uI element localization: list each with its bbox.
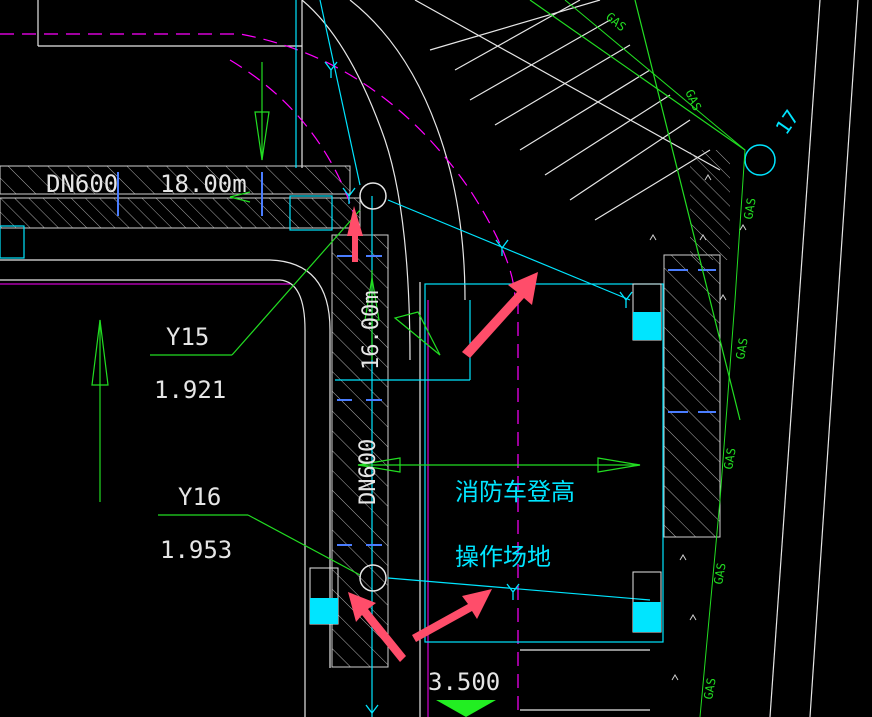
highlight-arrow-pipe-bottom	[412, 589, 492, 642]
highlight-arrow-pipe-top	[462, 272, 538, 358]
manhole-y16-id: Y16	[178, 483, 221, 511]
gas-label: GAS	[733, 337, 751, 361]
gas-label: GAS	[741, 197, 759, 221]
site-label-line2: 操作场地	[455, 543, 551, 571]
pipe-vertical-diameter: DN600	[356, 439, 381, 505]
elevation-marker-triangle	[436, 700, 496, 717]
pipe-band-horizontal-lower	[0, 197, 361, 229]
road-boundaries	[0, 0, 859, 717]
node-number-label: 17	[770, 105, 803, 139]
pipe-horizontal-diameter: DN600	[46, 170, 118, 198]
gas-label: GAS	[701, 677, 719, 701]
manhole-y16-elevation: 1.953	[160, 536, 232, 564]
gas-label: GAS	[721, 447, 739, 471]
manhole-y15-symbol[interactable]	[359, 182, 387, 210]
gas-label: GAS	[711, 562, 729, 586]
gas-label: GAS	[603, 10, 629, 35]
cad-drawing-canvas: GAS GAS GAS GAS GAS GAS GAS 17 DN600 18.…	[0, 0, 872, 717]
pipe-vertical-length: 16.00m	[359, 291, 384, 370]
node-17-symbol[interactable]	[744, 144, 776, 176]
hatch-band-right	[663, 254, 721, 538]
spot-elevation-value: 3.500	[428, 668, 500, 696]
manhole-y15-id: Y15	[166, 323, 209, 351]
manhole-y15-elevation: 1.921	[154, 376, 226, 404]
pipe-horizontal-length: 18.00m	[160, 170, 247, 198]
cad-drawing: GAS GAS GAS GAS GAS GAS GAS 17 DN600 18.…	[0, 0, 859, 717]
site-label-line1: 消防车登高	[455, 478, 575, 506]
